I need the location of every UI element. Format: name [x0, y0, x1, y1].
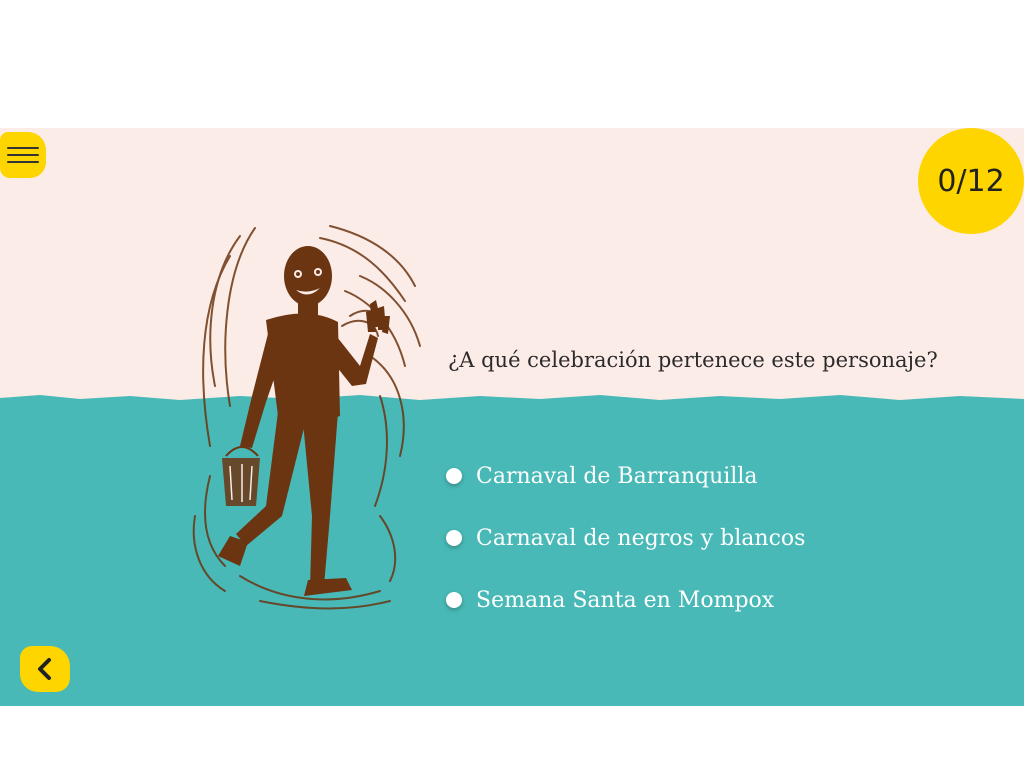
- menu-button[interactable]: [0, 132, 46, 178]
- answer-option[interactable]: Semana Santa en Mompox: [446, 585, 805, 615]
- question-text: ¿A qué celebración pertenece este person…: [448, 348, 938, 372]
- radio-button[interactable]: [446, 530, 462, 546]
- answer-option[interactable]: Carnaval de Barranquilla: [446, 461, 805, 491]
- hamburger-menu-icon-line: [7, 154, 39, 156]
- hamburger-menu-icon-line: [7, 161, 39, 163]
- answer-option-label: Carnaval de negros y blancos: [476, 525, 806, 551]
- answer-option-label: Semana Santa en Mompox: [476, 587, 775, 613]
- radio-button[interactable]: [446, 592, 462, 608]
- back-button[interactable]: [20, 646, 70, 692]
- chevron-left-icon: [38, 658, 51, 680]
- quiz-stage: 0/12 ¿A qué celebración pertenece este p…: [0, 128, 1024, 706]
- radio-button[interactable]: [446, 468, 462, 484]
- answer-option-label: Carnaval de Barranquilla: [476, 463, 758, 489]
- hamburger-menu-icon: [7, 147, 39, 149]
- score-badge: 0/12: [918, 128, 1024, 234]
- answer-options: Carnaval de Barranquilla Carnaval de neg…: [446, 461, 805, 647]
- character-illustration: [192, 225, 421, 610]
- answer-option[interactable]: Carnaval de negros y blancos: [446, 523, 805, 553]
